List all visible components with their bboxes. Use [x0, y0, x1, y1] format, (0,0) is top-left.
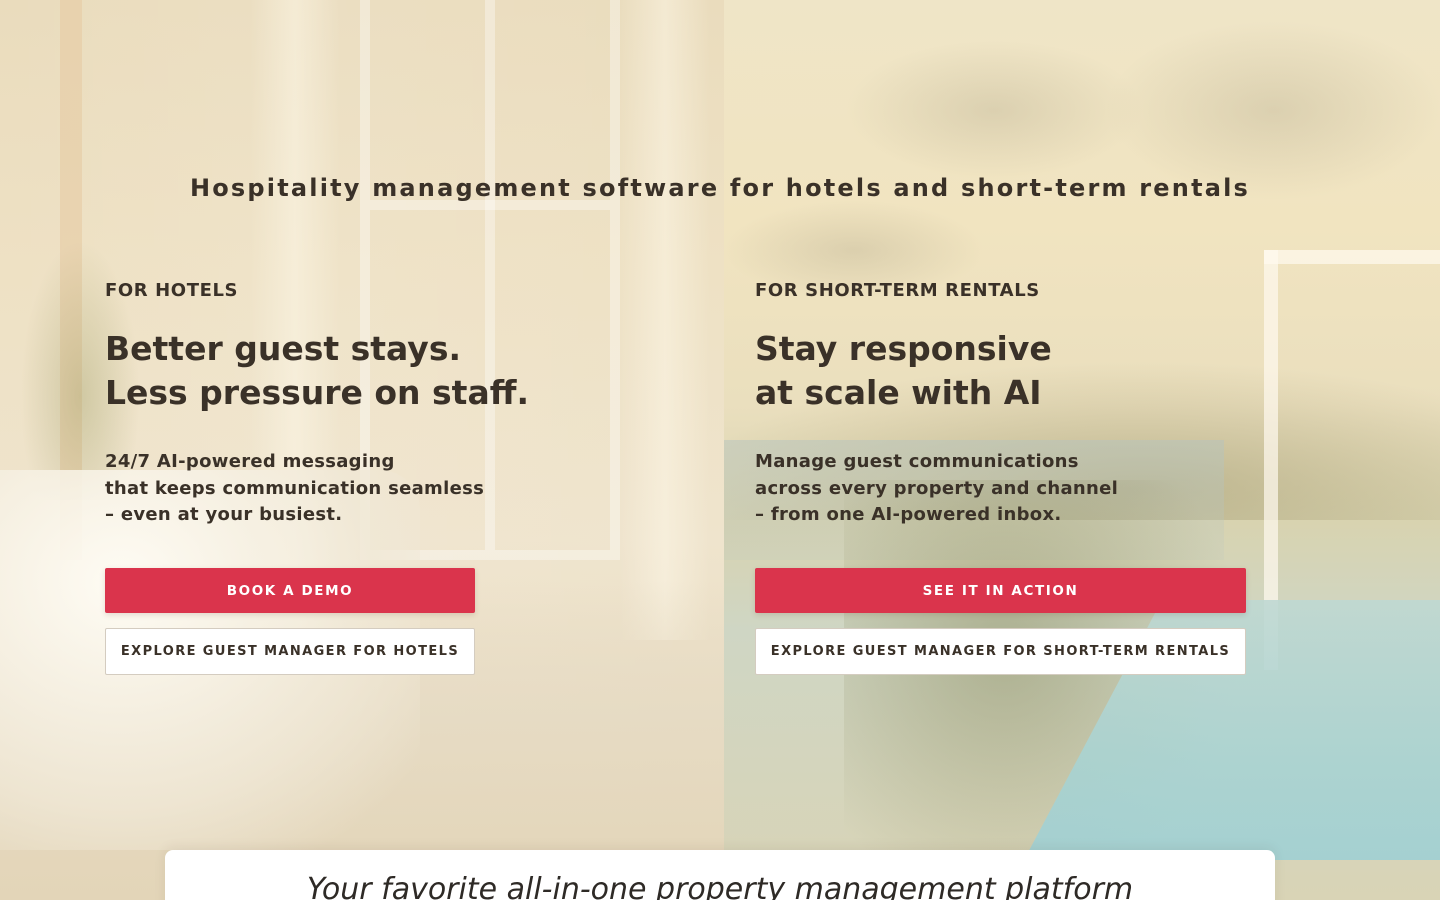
platform-tagline: Your favorite all-in-one property manage…	[306, 872, 1134, 900]
rentals-desc-line: – from one AI-powered inbox.	[755, 504, 1062, 525]
rentals-title-line: Stay responsive	[755, 329, 1052, 368]
page-headline: Hospitality management software for hote…	[189, 174, 1251, 202]
book-a-demo-button[interactable]: BOOK A DEMO	[105, 568, 475, 613]
see-it-in-action-button[interactable]: SEE IT IN ACTION	[755, 568, 1246, 613]
rentals-description: Manage guest communications across every…	[755, 449, 1315, 529]
hotels-eyebrow: FOR HOTELS	[105, 280, 239, 301]
hotels-title-line: Better guest stays.	[105, 329, 461, 368]
rentals-eyebrow: FOR SHORT-TERM RENTALS	[755, 280, 1040, 301]
hotels-title: Better guest stays. Less pressure on sta…	[105, 327, 665, 415]
hotels-desc-line: 24/7 AI-powered messaging	[105, 451, 395, 472]
hotels-description: 24/7 AI-powered messaging that keeps com…	[105, 449, 665, 529]
explore-rentals-button[interactable]: EXPLORE GUEST MANAGER FOR SHORT-TERM REN…	[755, 628, 1246, 675]
rentals-title: Stay responsive at scale with AI	[755, 327, 1315, 415]
explore-hotels-button[interactable]: EXPLORE GUEST MANAGER FOR HOTELS	[105, 628, 475, 675]
platform-card: Your favorite all-in-one property manage…	[165, 850, 1275, 900]
hotels-desc-line: – even at your busiest.	[105, 504, 343, 525]
cloud	[844, 40, 1144, 180]
rentals-title-line: at scale with AI	[755, 373, 1042, 412]
rentals-desc-line: across every property and channel	[755, 477, 1119, 499]
rentals-desc-line: Manage guest communications	[755, 451, 1079, 472]
hotels-column: FOR HOTELS Better guest stays. Less pres…	[105, 280, 665, 675]
cloud	[1104, 20, 1440, 200]
hotels-title-line: Less pressure on staff.	[105, 373, 529, 412]
hotels-desc-line: that keeps communication seamless	[105, 477, 485, 499]
rentals-column: FOR SHORT-TERM RENTALS Stay responsive a…	[755, 280, 1315, 675]
